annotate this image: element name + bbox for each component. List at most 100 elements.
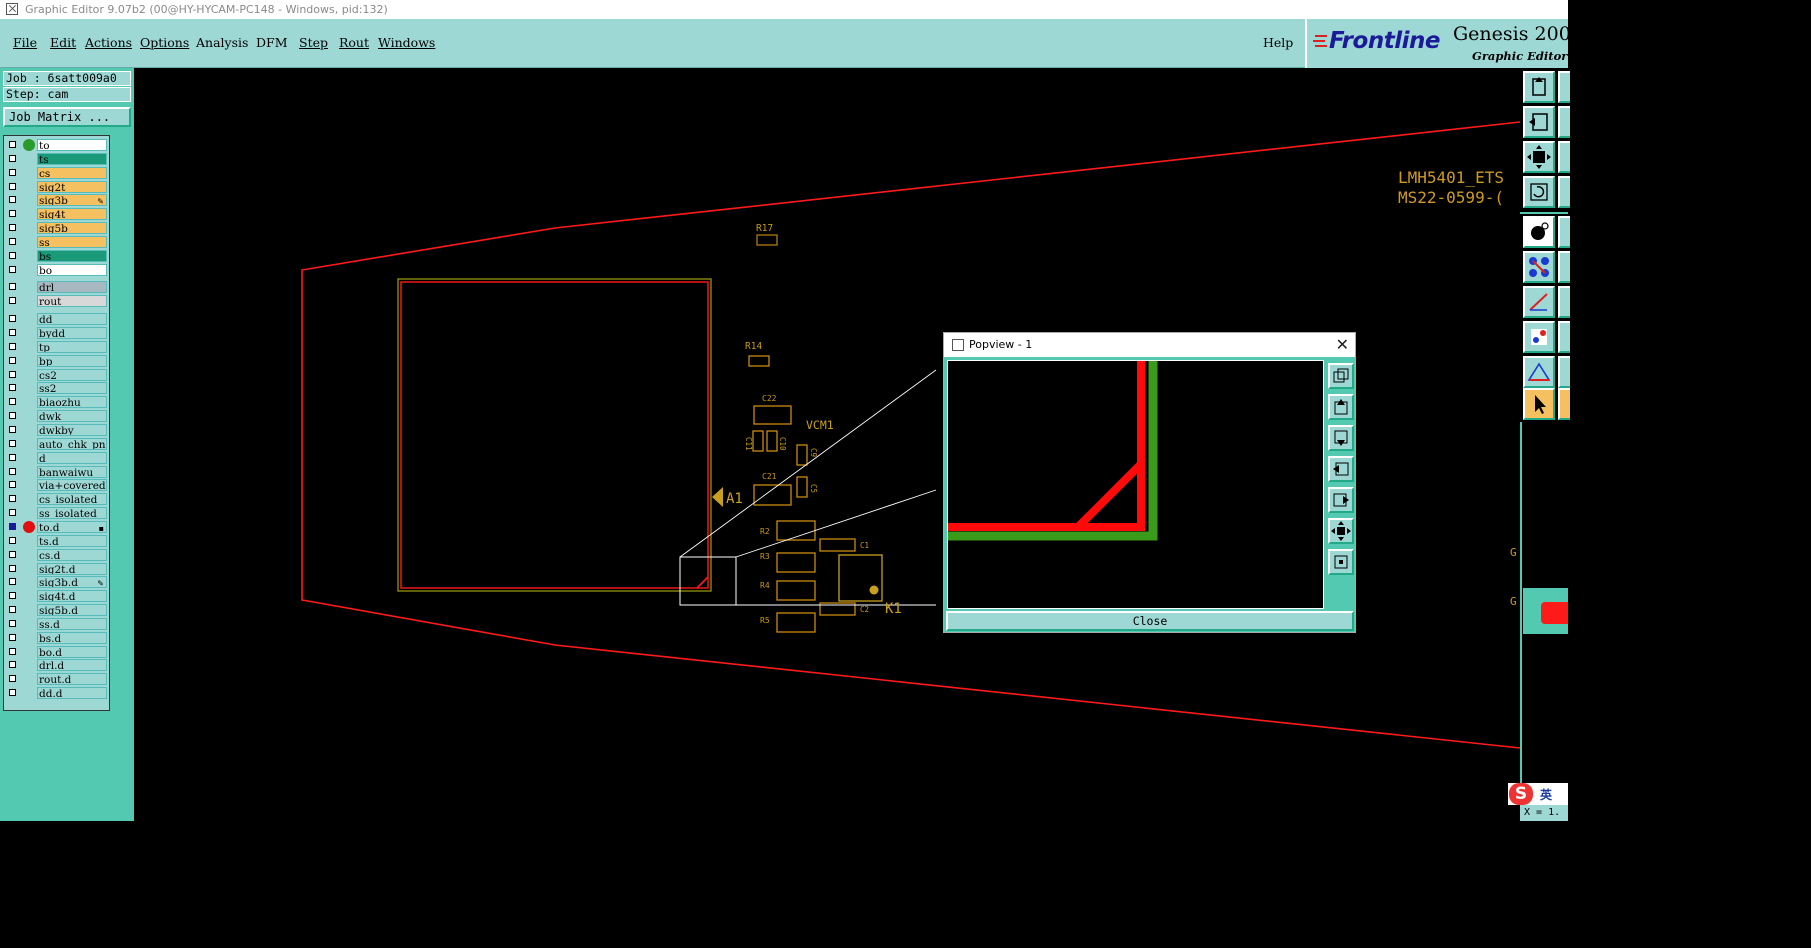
layer-name[interactable]: ss_isolated	[37, 507, 107, 519]
layer-checkbox[interactable]	[9, 440, 16, 447]
popview-titlebar[interactable]: Popview - 1 ✕	[944, 333, 1355, 357]
layer-name[interactable]: ts	[37, 153, 107, 165]
layer-row[interactable]: rout.d	[6, 673, 109, 685]
menu-dfm[interactable]: DFM	[256, 35, 288, 50]
menu-step[interactable]: Step	[299, 35, 328, 50]
tool-extra-1[interactable]	[1558, 71, 1570, 103]
layer-name[interactable]: ss	[37, 236, 107, 248]
layer-checkbox[interactable]	[9, 551, 16, 558]
layer-row[interactable]: bo	[6, 264, 109, 276]
layer-name[interactable]: bs.d	[37, 632, 107, 644]
layer-row[interactable]: sig2t.d	[6, 563, 109, 575]
layer-name[interactable]: to.d ▪	[37, 521, 107, 533]
layer-row[interactable]: auto_chk_pn	[6, 438, 109, 450]
layer-checkbox[interactable]	[9, 592, 16, 599]
layer-name[interactable]: ss2	[37, 382, 107, 394]
layer-row[interactable]: cs	[6, 167, 109, 179]
layer-name[interactable]: bs	[37, 250, 107, 262]
layer-name[interactable]: bo	[37, 264, 107, 276]
layer-checkbox[interactable]	[9, 297, 16, 304]
layer-checkbox[interactable]	[9, 412, 16, 419]
layer-name[interactable]: rout	[37, 295, 107, 307]
layer-row[interactable]: ts	[6, 153, 109, 165]
layer-name[interactable]: tp	[37, 341, 107, 353]
layer-name[interactable]: sig3b.d ✎	[37, 576, 107, 588]
ime-indicator[interactable]: S 英	[1508, 783, 1568, 805]
layer-checkbox[interactable]	[9, 329, 16, 336]
layer-name[interactable]: ss.d	[37, 618, 107, 630]
layer-checkbox[interactable]	[9, 523, 16, 530]
menu-edit[interactable]: Edit	[50, 35, 76, 50]
fit-view-button[interactable]	[1523, 141, 1555, 173]
layer-checkbox[interactable]	[9, 468, 16, 475]
layer-checkbox[interactable]	[9, 155, 16, 162]
layer-name[interactable]: sig2t	[37, 181, 107, 193]
tool-extra-8[interactable]	[1558, 321, 1570, 353]
layer-checkbox[interactable]	[9, 454, 16, 461]
layer-row[interactable]: via+covered	[6, 479, 109, 491]
layer-row[interactable]: dwk	[6, 410, 109, 422]
layer-name[interactable]: banwaiwu	[37, 466, 107, 478]
job-matrix-button[interactable]: Job Matrix ...	[3, 107, 131, 127]
pointer-tool-button[interactable]	[1523, 388, 1555, 420]
layer-row[interactable]: bp	[6, 355, 109, 367]
popview-left-button[interactable]	[1328, 456, 1354, 482]
net-tool-button[interactable]	[1523, 251, 1555, 283]
tool-extra-2[interactable]	[1558, 106, 1570, 138]
layer-row[interactable]: bs.d	[6, 632, 109, 644]
layer-row[interactable]: ss2	[6, 382, 109, 394]
layer-row[interactable]: sig2t	[6, 181, 109, 193]
layer-checkbox[interactable]	[9, 210, 16, 217]
layer-checkbox[interactable]	[9, 578, 16, 585]
menu-analysis[interactable]: Analysis	[196, 35, 248, 50]
layer-row[interactable]: ss.d	[6, 618, 109, 630]
layer-row[interactable]: bydd	[6, 327, 109, 339]
layer-name[interactable]: sig5b.d	[37, 604, 107, 616]
layer-name[interactable]: drl	[37, 281, 107, 293]
layer-checkbox[interactable]	[9, 634, 16, 641]
layer-checkbox[interactable]	[9, 371, 16, 378]
layer-checkbox[interactable]	[9, 183, 16, 190]
layer-checkbox[interactable]	[9, 141, 16, 148]
layer-row[interactable]: sig5b	[6, 222, 109, 234]
tool-extra-9[interactable]	[1558, 356, 1570, 388]
layer-row[interactable]: bo.d	[6, 646, 109, 658]
select-tool-button[interactable]	[1523, 216, 1555, 248]
layer-checkbox[interactable]	[9, 357, 16, 364]
layer-checkbox[interactable]	[9, 384, 16, 391]
layer-row[interactable]: drl	[6, 281, 109, 293]
layer-name[interactable]: cs_isolated	[37, 493, 107, 505]
layer-checkbox[interactable]	[9, 661, 16, 668]
layer-row[interactable]: to.d ▪	[6, 521, 109, 533]
popview-fit-button[interactable]	[1328, 549, 1354, 575]
tool-extra-5[interactable]	[1558, 216, 1570, 248]
layer-checkbox[interactable]	[9, 238, 16, 245]
layer-row[interactable]: cs2	[6, 369, 109, 381]
tool-extra-3[interactable]	[1558, 141, 1570, 173]
layer-checkbox[interactable]	[9, 689, 16, 696]
layer-name[interactable]: dd.d	[37, 687, 107, 699]
layer-name[interactable]: cs.d	[37, 549, 107, 561]
layer-row[interactable]: to	[6, 139, 109, 151]
layer-name[interactable]: bydd	[37, 327, 107, 339]
triangle-tool-button[interactable]	[1523, 356, 1555, 388]
layer-checkbox[interactable]	[9, 252, 16, 259]
menu-windows[interactable]: Windows	[378, 35, 435, 50]
tool-extra-10[interactable]	[1558, 388, 1570, 420]
layer-checkbox[interactable]	[9, 620, 16, 627]
tool-extra-6[interactable]	[1558, 251, 1570, 283]
layer-row[interactable]: sig5b.d	[6, 604, 109, 616]
layer-row[interactable]: banwaiwu	[6, 466, 109, 478]
zoom-home-button[interactable]	[1523, 71, 1555, 103]
layer-name[interactable]: ts.d	[37, 535, 107, 547]
layer-name[interactable]: cs	[37, 167, 107, 179]
layer-row[interactable]: cs.d	[6, 549, 109, 561]
layer-checkbox[interactable]	[9, 606, 16, 613]
layer-checkbox[interactable]	[9, 648, 16, 655]
popview-close-button[interactable]: Close	[946, 611, 1354, 631]
layer-checkbox[interactable]	[9, 481, 16, 488]
layer-checkbox[interactable]	[9, 266, 16, 273]
layer-row[interactable]: rout	[6, 295, 109, 307]
feature-tool-button[interactable]	[1523, 321, 1555, 353]
popview-up-button[interactable]	[1328, 394, 1354, 420]
